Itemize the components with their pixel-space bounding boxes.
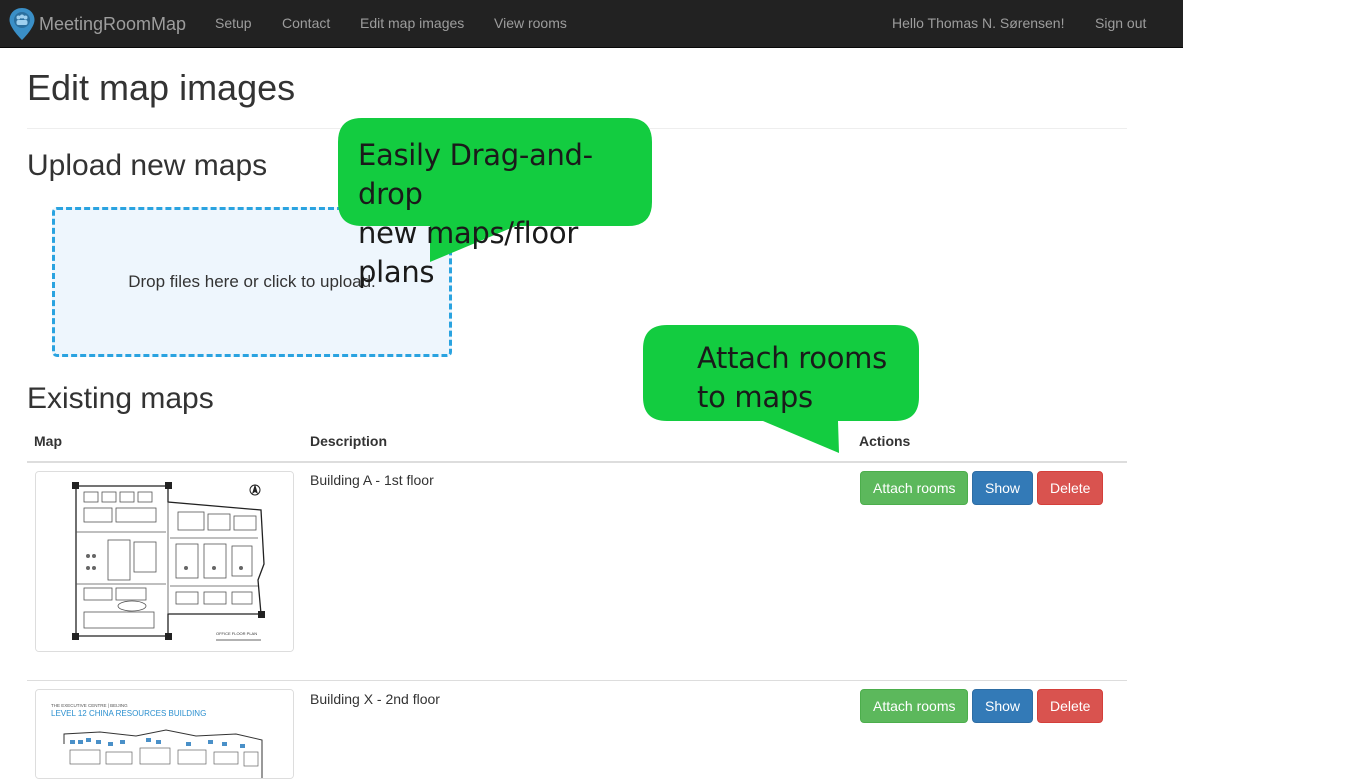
map-pin-logo-icon [9, 8, 35, 40]
thumb-caption: OFFICE FLOOR PLAN [216, 631, 257, 636]
show-button-2[interactable]: Show [972, 689, 1034, 723]
nav-setup[interactable]: Setup [215, 0, 252, 48]
dropzone-label: Drop files here or click to upload. [128, 272, 376, 291]
nav-contact[interactable]: Contact [282, 0, 330, 48]
map-description-1: Building A - 1st floor [310, 472, 434, 488]
table-header-border [27, 461, 1127, 463]
callout-line-2: to maps [697, 380, 813, 414]
brand-link[interactable]: MeetingRoomMap [8, 0, 186, 48]
nav-user-greeting[interactable]: Hello Thomas N. Sørensen! [892, 0, 1064, 48]
callout-line-2: new maps/floor plans [358, 216, 578, 289]
top-navbar: MeetingRoomMap Setup Contact Edit map im… [0, 0, 1183, 48]
page-title: Edit map images [27, 67, 296, 108]
thumb-heading-line-2: LEVEL 12 CHINA RESOURCES BUILDING [51, 709, 206, 718]
existing-maps-heading: Existing maps [27, 382, 214, 415]
map-thumbnail-1[interactable]: OFFICE FLOOR PLAN [35, 471, 294, 652]
attach-rooms-button-2[interactable]: Attach rooms [860, 689, 969, 723]
column-header-description: Description [310, 433, 388, 449]
map-description-2: Building X - 2nd floor [310, 691, 440, 707]
column-header-map: Map [34, 433, 62, 449]
floor-plan-image: OFFICE FLOOR PLAN [36, 472, 293, 651]
show-button-1[interactable]: Show [972, 471, 1034, 505]
delete-button-1[interactable]: Delete [1037, 471, 1104, 505]
thumb-heading-line-1: THE EXECUTIVE CENTRE | BEIJING [51, 703, 128, 708]
map-thumbnail-2[interactable]: THE EXECUTIVE CENTRE | BEIJING LEVEL 12 … [35, 689, 294, 779]
drag-drop-callout: Easily Drag-and-drop new maps/floor plan… [338, 118, 652, 289]
delete-button-2[interactable]: Delete [1037, 689, 1104, 723]
nav-edit-map-images[interactable]: Edit map images [360, 0, 464, 48]
attach-rooms-button-1[interactable]: Attach rooms [860, 471, 969, 505]
upload-heading: Upload new maps [27, 149, 268, 182]
floor-plan-image: THE EXECUTIVE CENTRE | BEIJING LEVEL 12 … [36, 690, 293, 778]
attach-rooms-callout: Attach rooms to maps [643, 325, 919, 453]
nav-view-rooms[interactable]: View rooms [494, 0, 567, 48]
nav-sign-out[interactable]: Sign out [1095, 0, 1146, 48]
callout-line-1: Attach rooms [697, 341, 887, 375]
callout-line-1: Easily Drag-and-drop [358, 138, 593, 211]
row-divider [27, 680, 1127, 681]
brand-name: MeetingRoomMap [39, 13, 187, 34]
